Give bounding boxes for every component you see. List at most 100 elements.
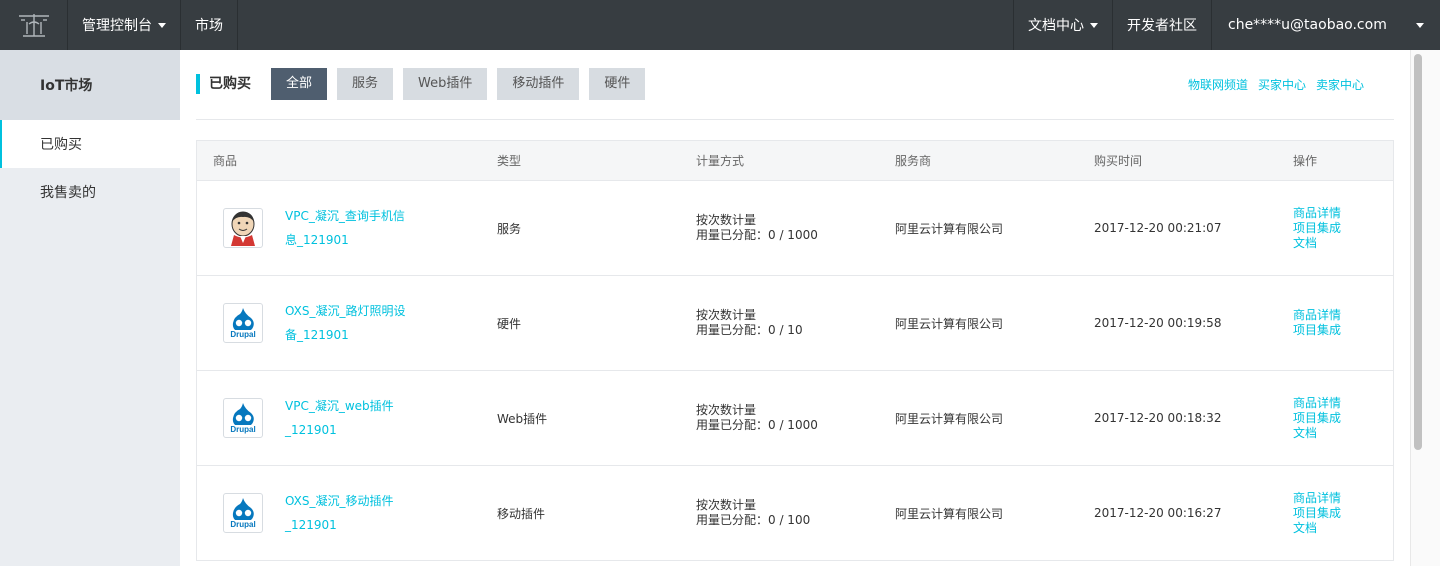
actions-cell: 商品详情 项目集成 文档 xyxy=(1293,491,1393,536)
drupal-icon: Drupal xyxy=(228,403,258,434)
user-menu[interactable]: che****u@taobao.com xyxy=(1212,0,1440,50)
community-link-label: 开发者社区 xyxy=(1127,18,1197,34)
iot-logo-icon xyxy=(18,14,49,37)
metering-method: 按次数计量 xyxy=(696,308,757,322)
market-link[interactable]: 市场 xyxy=(181,0,238,50)
product-detail-link[interactable]: 商品详情 xyxy=(1293,491,1393,506)
page-title: 已购买 xyxy=(196,74,251,94)
usage-allocated: 用量已分配：0 / 1000 xyxy=(696,418,818,432)
drupal-icon: Drupal xyxy=(228,308,258,339)
filter-web-plugin[interactable]: Web插件 xyxy=(403,68,488,100)
metering-method: 按次数计量 xyxy=(696,498,757,512)
project-integration-link[interactable]: 项目集成 xyxy=(1293,221,1393,236)
vendor-cell: 阿里云计算有限公司 xyxy=(895,411,1004,426)
table-row: Drupal OXS_凝沉_路灯照明设备_121901 硬件 按次数计量 用量已… xyxy=(197,276,1393,371)
product-thumbnail[interactable]: Drupal xyxy=(223,398,263,438)
filter-tabs: 全部 服务 Web插件 移动插件 硬件 xyxy=(271,68,646,100)
section-header: 已购买 全部 服务 Web插件 移动插件 硬件 物联网频道 买家中心 卖家中心 xyxy=(196,68,1394,120)
seller-center-link[interactable]: 卖家中心 xyxy=(1316,76,1364,93)
product-thumbnail[interactable]: Drupal xyxy=(223,493,263,533)
table-row: Drupal VPC_凝沉_web插件_121901 Web插件 按次数计量 用… xyxy=(197,371,1393,466)
actions-cell: 商品详情 项目集成 xyxy=(1293,308,1393,338)
purchase-time-cell: 2017-12-20 00:18:32 xyxy=(1094,411,1222,425)
project-integration-link[interactable]: 项目集成 xyxy=(1293,506,1393,521)
console-menu-label: 管理控制台 xyxy=(82,18,152,34)
purchase-time-cell: 2017-12-20 00:16:27 xyxy=(1094,506,1222,520)
sidebar: IoT市场 已购买 我售卖的 xyxy=(0,50,180,566)
chevron-down-icon xyxy=(1090,22,1098,28)
quick-links: 物联网频道 买家中心 卖家中心 xyxy=(1188,76,1364,93)
product-thumbnail[interactable]: Drupal xyxy=(223,303,263,343)
header-type: 类型 xyxy=(497,154,522,168)
header-metering: 计量方式 xyxy=(696,154,745,168)
product-name-link[interactable]: OXS_凝沉_路灯照明设备_121901 xyxy=(285,299,415,347)
type-cell: 硬件 xyxy=(497,316,522,331)
svg-text:Drupal: Drupal xyxy=(230,520,255,529)
purchase-time-cell: 2017-12-20 00:19:58 xyxy=(1094,316,1222,330)
top-nav-bar: 管理控制台 市场 文档中心 开发者社区 che****u@taobao.com xyxy=(0,0,1440,50)
actions-cell: 商品详情 项目集成 文档 xyxy=(1293,206,1393,251)
docs-menu-label: 文档中心 xyxy=(1028,18,1084,34)
sidebar-item-selling[interactable]: 我售卖的 xyxy=(0,168,180,216)
docs-link[interactable]: 文档 xyxy=(1293,236,1393,251)
market-link-label: 市场 xyxy=(195,18,223,34)
product-thumbnail[interactable] xyxy=(223,208,263,248)
docs-menu[interactable]: 文档中心 xyxy=(1013,0,1113,50)
chevron-down-icon xyxy=(158,22,166,28)
metering-cell: 按次数计量 用量已分配：0 / 1000 xyxy=(696,213,895,243)
product-cell: Drupal OXS_凝沉_移动插件_121901 xyxy=(197,489,497,537)
user-email: che****u@taobao.com xyxy=(1228,17,1387,33)
product-name-link[interactable]: VPC_凝沉_web插件_121901 xyxy=(285,394,415,442)
vendor-cell: 阿里云计算有限公司 xyxy=(895,316,1004,331)
page-scrollbar[interactable] xyxy=(1410,50,1440,566)
product-name-link[interactable]: OXS_凝沉_移动插件_121901 xyxy=(285,489,415,537)
buyer-center-link[interactable]: 买家中心 xyxy=(1258,76,1306,93)
metering-cell: 按次数计量 用量已分配：0 / 10 xyxy=(696,308,895,338)
table-row: Drupal OXS_凝沉_移动插件_121901 移动插件 按次数计量 用量已… xyxy=(197,466,1393,561)
purchased-table: 商品 类型 计量方式 服务商 购买时间 操作 VPC_凝沉_查询手机信息_121… xyxy=(196,140,1394,561)
metering-cell: 按次数计量 用量已分配：0 / 100 xyxy=(696,498,895,528)
chevron-down-icon xyxy=(1416,22,1424,28)
product-cell: Drupal OXS_凝沉_路灯照明设备_121901 xyxy=(197,299,497,347)
project-integration-link[interactable]: 项目集成 xyxy=(1293,411,1393,426)
product-cell: VPC_凝沉_查询手机信息_121901 xyxy=(197,204,497,252)
product-detail-link[interactable]: 商品详情 xyxy=(1293,396,1393,411)
product-detail-link[interactable]: 商品详情 xyxy=(1293,308,1393,323)
product-cell: Drupal VPC_凝沉_web插件_121901 xyxy=(197,394,497,442)
type-cell: 移动插件 xyxy=(497,506,546,521)
project-integration-link[interactable]: 项目集成 xyxy=(1293,323,1393,338)
filter-mobile-plugin[interactable]: 移动插件 xyxy=(497,68,580,100)
table-row: VPC_凝沉_查询手机信息_121901 服务 按次数计量 用量已分配：0 / … xyxy=(197,181,1393,276)
console-menu[interactable]: 管理控制台 xyxy=(68,0,181,50)
filter-service[interactable]: 服务 xyxy=(337,68,394,100)
header-product: 商品 xyxy=(213,154,238,168)
vendor-cell: 阿里云计算有限公司 xyxy=(895,506,1004,521)
usage-allocated: 用量已分配：0 / 100 xyxy=(696,513,811,527)
docs-link[interactable]: 文档 xyxy=(1293,426,1393,441)
header-vendor: 服务商 xyxy=(895,154,932,168)
iot-logo[interactable] xyxy=(0,0,68,50)
table-header: 商品 类型 计量方式 服务商 购买时间 操作 xyxy=(197,141,1393,181)
docs-link[interactable]: 文档 xyxy=(1293,521,1393,536)
iot-channel-link[interactable]: 物联网频道 xyxy=(1188,76,1248,93)
svg-text:Drupal: Drupal xyxy=(230,425,255,434)
filter-all[interactable]: 全部 xyxy=(271,68,328,100)
metering-cell: 按次数计量 用量已分配：0 / 1000 xyxy=(696,403,895,433)
community-link[interactable]: 开发者社区 xyxy=(1113,0,1212,50)
vendor-cell: 阿里云计算有限公司 xyxy=(895,221,1004,236)
usage-allocated: 用量已分配：0 / 10 xyxy=(696,323,803,337)
sidebar-title: IoT市场 xyxy=(0,50,180,120)
header-time: 购买时间 xyxy=(1094,154,1143,168)
product-name-link[interactable]: VPC_凝沉_查询手机信息_121901 xyxy=(285,204,415,252)
drupal-icon: Drupal xyxy=(228,498,258,529)
sidebar-item-purchased[interactable]: 已购买 xyxy=(0,120,180,168)
usage-allocated: 用量已分配：0 / 1000 xyxy=(696,228,818,242)
type-cell: 服务 xyxy=(497,221,522,236)
filter-hardware[interactable]: 硬件 xyxy=(589,68,646,100)
metering-method: 按次数计量 xyxy=(696,403,757,417)
metering-method: 按次数计量 xyxy=(696,213,757,227)
scrollbar-thumb[interactable] xyxy=(1414,54,1422,450)
product-detail-link[interactable]: 商品详情 xyxy=(1293,206,1393,221)
svg-text:Drupal: Drupal xyxy=(230,330,255,339)
